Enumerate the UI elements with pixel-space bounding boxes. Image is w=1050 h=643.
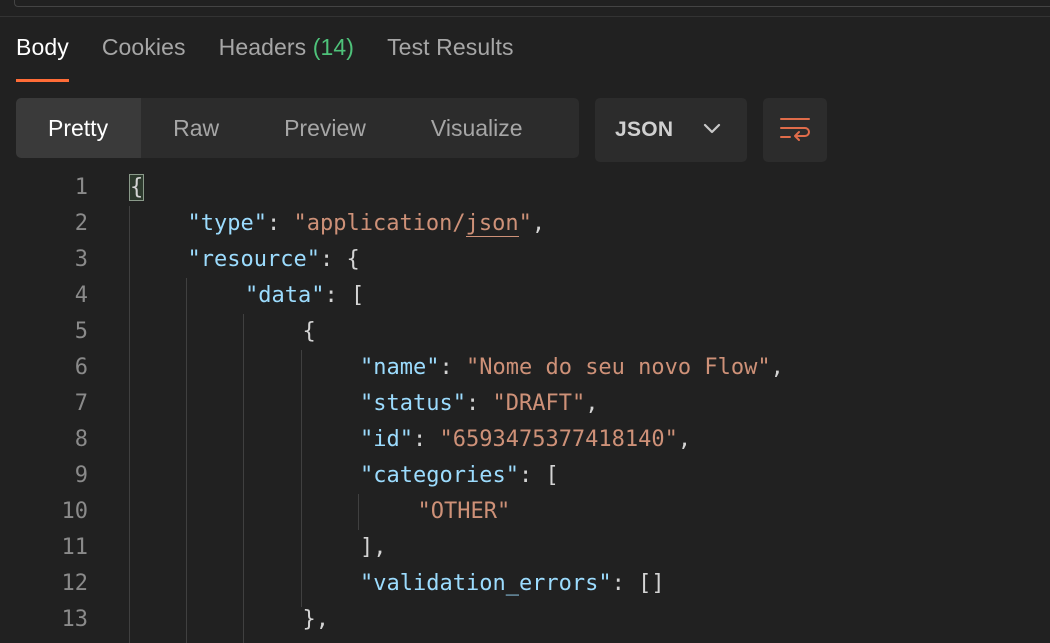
- line-number: 4: [74, 283, 88, 308]
- json-punctuation: ],: [360, 535, 387, 560]
- json-string: json: [465, 211, 519, 237]
- code-text: {: [128, 170, 145, 206]
- tab-body[interactable]: Body: [16, 34, 69, 82]
- line-number: 6: [74, 355, 88, 380]
- json-key: "status": [360, 391, 466, 416]
- tab-test-results-label: Test Results: [387, 34, 514, 60]
- json-string: "application/: [293, 211, 466, 236]
- line-number: 9: [74, 463, 88, 488]
- code-line: 9 "categories": [: [0, 458, 1050, 494]
- json-punctuation: },: [302, 607, 330, 632]
- response-tabs: Body Cookies Headers (14) Test Results: [16, 34, 547, 82]
- code-text: },: [303, 602, 330, 638]
- raw-button[interactable]: Raw: [141, 98, 252, 158]
- line-number: 13: [61, 607, 89, 632]
- code-line: 3 "resource": {: [0, 242, 1050, 278]
- json-key: "validation_errors": [360, 571, 612, 596]
- line-number: 5: [74, 319, 88, 344]
- tab-headers[interactable]: Headers (14): [219, 34, 354, 82]
- code-text: "data": [: [245, 278, 364, 314]
- code-line: 2 "type": "application/json",: [0, 206, 1050, 242]
- code-line: 12 "validation_errors": []: [0, 566, 1050, 602]
- tab-test-results[interactable]: Test Results: [387, 34, 513, 82]
- json-key: "id": [360, 427, 413, 452]
- json-key: "categories": [360, 463, 519, 488]
- json-key: "resource": [187, 247, 320, 272]
- json-punctuation: : [: [518, 463, 559, 488]
- line-number: 7: [74, 391, 88, 416]
- code-text: "name": "Nome do seu novo Flow",: [360, 350, 784, 386]
- json-punctuation: : {: [319, 247, 360, 272]
- line-number: 3: [74, 247, 88, 272]
- view-mode-group: Pretty Raw Preview Visualize: [16, 98, 579, 158]
- code-line: 6 "name": "Nome do seu novo Flow",: [0, 350, 1050, 386]
- json-string: ": [518, 211, 532, 236]
- line-number: 1: [74, 175, 88, 200]
- json-punctuation: ,: [677, 427, 692, 452]
- code-editor[interactable]: 1{2 "type": "application/json", 3 "resource…: [0, 170, 1050, 643]
- tab-headers-label: Headers: [218, 34, 307, 60]
- format-select-label: JSON: [615, 118, 674, 141]
- code-text: "resource": {: [188, 242, 360, 278]
- code-line: 7 "status": "DRAFT",: [0, 386, 1050, 422]
- json-string: "OTHER": [417, 499, 511, 524]
- tab-cookies-label: Cookies: [101, 34, 186, 60]
- json-punctuation: {: [128, 174, 145, 201]
- headers-count-badge: (14): [312, 34, 355, 60]
- json-string: "6593475377418140": [439, 427, 678, 452]
- json-punctuation: ,: [585, 391, 599, 416]
- code-line: 4 "data": [: [0, 278, 1050, 314]
- json-key: "type": [187, 211, 267, 236]
- json-punctuation: {: [302, 319, 316, 344]
- code-line: 5{: [0, 314, 1050, 350]
- code-text: "status": "DRAFT",: [360, 386, 598, 422]
- json-string: "DRAFT": [492, 391, 586, 416]
- tab-cookies[interactable]: Cookies: [102, 34, 186, 82]
- line-number: 11: [61, 535, 89, 560]
- pretty-button[interactable]: Pretty: [16, 98, 142, 158]
- url-field-edge: [14, 0, 1050, 7]
- line-number: 8: [74, 427, 88, 452]
- line-number: 2: [74, 211, 88, 236]
- chevron-down-icon: [703, 122, 721, 140]
- json-key: "name": [360, 355, 440, 380]
- format-select[interactable]: JSON: [595, 98, 747, 162]
- json-punctuation: :: [266, 211, 294, 236]
- json-punctuation: ,: [531, 211, 546, 236]
- json-key: "data": [245, 283, 325, 308]
- line-number: 10: [61, 499, 89, 524]
- json-punctuation: :: [439, 355, 466, 380]
- code-text: ],: [360, 530, 387, 566]
- divider: [0, 16, 1050, 17]
- code-line: 8 "id": "6593475377418140",: [0, 422, 1050, 458]
- code-text: "id": "6593475377418140",: [360, 422, 691, 458]
- code-text: "OTHER": [418, 494, 511, 530]
- json-punctuation: : []: [611, 571, 665, 596]
- word-wrap-button[interactable]: [763, 98, 827, 162]
- json-punctuation: : [: [324, 283, 365, 308]
- code-text: "categories": [: [360, 458, 559, 494]
- visualize-button[interactable]: Visualize: [399, 98, 556, 158]
- code-line: 11],: [0, 530, 1050, 566]
- code-text: "type": "application/json",: [187, 206, 546, 242]
- tab-body-label: Body: [16, 34, 69, 60]
- json-string: "Nome do seu novo Flow": [465, 355, 771, 380]
- line-number: 12: [61, 571, 89, 596]
- code-line: 13},: [0, 602, 1050, 638]
- preview-button[interactable]: Preview: [252, 98, 399, 158]
- code-line: 10 "OTHER": [0, 494, 1050, 530]
- code-text: {: [303, 314, 316, 350]
- json-punctuation: :: [412, 427, 440, 452]
- json-punctuation: :: [465, 391, 493, 416]
- json-punctuation: ,: [770, 355, 784, 380]
- code-text: "validation_errors": []: [360, 566, 665, 602]
- code-line: 1{: [0, 170, 1050, 206]
